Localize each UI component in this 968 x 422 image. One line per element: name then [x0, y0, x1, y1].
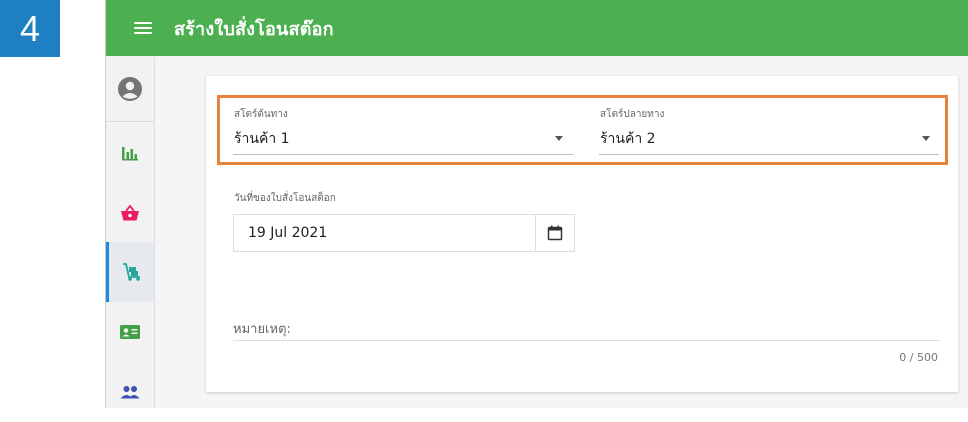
destination-store-select[interactable]: ร้านค้า 2 [599, 122, 939, 156]
sidebar-item-reports[interactable] [106, 123, 154, 183]
hamburger-menu-icon[interactable] [134, 22, 152, 34]
user-profile-icon [118, 77, 142, 101]
calendar-icon [547, 225, 563, 241]
step-number-badge: 4 [0, 0, 60, 57]
chevron-down-icon [555, 136, 563, 141]
note-char-counter: 0 / 500 [899, 351, 938, 364]
page-title: สร้างใบสั่งโอนสต๊อก [174, 18, 334, 40]
destination-store-value: ร้านค้า 2 [600, 131, 656, 147]
source-store-value: ร้านค้า 1 [234, 131, 290, 147]
note-input[interactable] [233, 340, 940, 341]
order-date-value: 19 Jul 2021 [248, 225, 328, 241]
hand-truck-icon [122, 263, 140, 281]
source-store-select[interactable]: ร้านค้า 1 [233, 122, 573, 156]
calendar-button[interactable] [536, 215, 574, 251]
users-group-icon [120, 386, 140, 399]
chevron-down-icon [922, 136, 930, 141]
order-date-field[interactable]: 19 Jul 2021 [233, 214, 575, 252]
contact-card-icon [120, 325, 140, 339]
sidebar-item-profile[interactable] [106, 59, 154, 119]
order-date-label: วันที่ของใบสั่งโอนสต็อก [234, 193, 336, 204]
sidebar-item-contacts[interactable] [106, 302, 154, 362]
destination-store-underline [599, 154, 939, 155]
sidebar-item-sales[interactable] [106, 183, 154, 243]
destination-store-label: สโตร์ปลายทาง [600, 109, 665, 120]
sidebar-nav [106, 57, 155, 408]
sidebar-item-stock-transfer[interactable] [106, 242, 154, 302]
sidebar-divider [106, 121, 154, 122]
shopping-basket-icon [121, 204, 139, 221]
note-label: หมายเหตุ: [233, 322, 291, 337]
source-store-label: สโตร์ต้นทาง [234, 109, 288, 120]
top-app-bar: สร้างใบสั่งโอนสต๊อก [106, 0, 968, 56]
sidebar-item-users[interactable] [106, 362, 154, 422]
bar-chart-icon [122, 147, 138, 161]
source-store-underline [233, 154, 573, 155]
